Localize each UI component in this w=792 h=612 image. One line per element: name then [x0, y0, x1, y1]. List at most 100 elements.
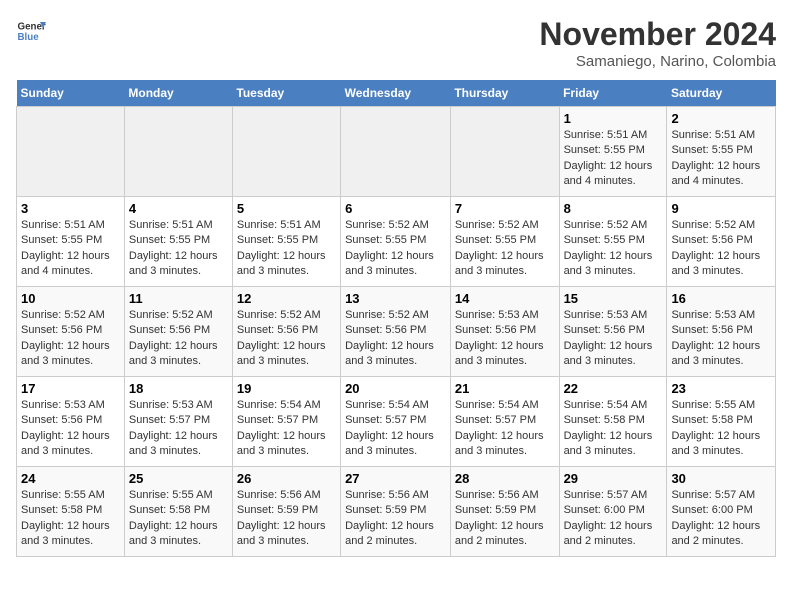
calendar-cell: [341, 107, 451, 197]
calendar-cell: 27Sunrise: 5:56 AM Sunset: 5:59 PM Dayli…: [341, 467, 451, 557]
day-number: 6: [345, 201, 446, 216]
day-info: Sunrise: 5:53 AM Sunset: 5:57 PM Dayligh…: [129, 398, 228, 460]
logo-icon: General Blue: [16, 16, 46, 46]
day-number: 26: [237, 471, 336, 486]
day-info: Sunrise: 5:53 AM Sunset: 5:56 PM Dayligh…: [455, 308, 555, 370]
day-number: 22: [564, 381, 663, 396]
header-sunday: Sunday: [17, 80, 125, 107]
calendar-cell: 1 Sunrise: 5:51 AM Sunset: 5:55 PM Daylig…: [559, 107, 667, 197]
day-info: Sunrise: 5:57 AM Sunset: 6:00 PM Dayligh…: [671, 488, 771, 550]
day-info: Sunrise: 5:52 AM Sunset: 5:56 PM Dayligh…: [21, 308, 120, 370]
day-info: Sunrise: 5:54 AM Sunset: 5:57 PM Dayligh…: [455, 398, 555, 460]
location: Samaniego, Narino, Colombia: [539, 53, 776, 70]
calendar-cell: 14 Sunrise: 5:53 AM Sunset: 5:56 PM Dayli…: [450, 287, 559, 377]
day-number: 3: [21, 201, 120, 216]
day-info: Sunrise: 5:52 AM Sunset: 5:55 PM Dayligh…: [345, 218, 446, 280]
calendar-cell: 28 Sunrise: 5:56 AM Sunset: 5:59 PM Dayli…: [450, 467, 559, 557]
header-monday: Monday: [124, 80, 232, 107]
day-number: 29: [564, 471, 663, 486]
day-number: 20: [345, 381, 446, 396]
day-info: Sunrise: 5:53 AM Sunset: 5:56 PM Dayligh…: [21, 398, 120, 460]
calendar-cell: [450, 107, 559, 197]
day-number: 12: [237, 291, 336, 306]
calendar-cell: 18 Sunrise: 5:53 AM Sunset: 5:57 PM Dayli…: [124, 377, 232, 467]
calendar-cell: [17, 107, 125, 197]
calendar-cell: 3Sunrise: 5:51 AM Sunset: 5:55 PM Daylig…: [17, 197, 125, 287]
day-number: 21: [455, 381, 555, 396]
day-info: Sunrise: 5:51 AM Sunset: 5:55 PM Dayligh…: [671, 128, 771, 190]
calendar-cell: [232, 107, 340, 197]
month-title: November 2024: [539, 16, 776, 53]
week-row-2: 3 Sunrise: 5:51 AM Sunset: 5:55 PM Daylig…: [17, 197, 776, 287]
header-wednesday: Wednesday: [341, 80, 451, 107]
calendar-cell: 15 Sunrise: 5:53 AM Sunset: 5:56 PM Dayli…: [559, 287, 667, 377]
calendar-cell: 29 Sunrise: 5:57 AM Sunset: 6:00 PM Dayli…: [559, 467, 667, 557]
day-info: Sunrise: 5:52 AM Sunset: 5:56 PM Dayligh…: [671, 218, 771, 280]
day-info: Sunrise: 5:53 AM Sunset: 5:56 PM Dayligh…: [671, 308, 771, 370]
day-info: Sunrise: 5:54 AM Sunset: 5:58 PM Dayligh…: [564, 398, 663, 460]
day-number: 10: [21, 291, 120, 306]
day-number: 13: [345, 291, 446, 306]
calendar-cell: 21 Sunrise: 5:54 AM Sunset: 5:57 PM Dayli…: [450, 377, 559, 467]
header-thursday: Thursday: [450, 80, 559, 107]
week-row-4: 17 Sunrise: 5:53 AM Sunset: 5:56 PM Dayli…: [17, 377, 776, 467]
calendar-cell: 19Sunrise: 5:54 AM Sunset: 5:57 PM Dayli…: [232, 377, 340, 467]
calendar-body: 1 Sunrise: 5:51 AM Sunset: 5:55 PM Daylig…: [17, 107, 776, 557]
page-header: General Blue November 2024 Samaniego, Na…: [16, 16, 776, 70]
day-number: 24: [21, 471, 120, 486]
day-info: Sunrise: 5:54 AM Sunset: 5:57 PM Dayligh…: [345, 398, 446, 460]
week-row-1: 1 Sunrise: 5:51 AM Sunset: 5:55 PM Daylig…: [17, 107, 776, 197]
calendar-cell: 2 Sunrise: 5:51 AM Sunset: 5:55 PM Daylig…: [667, 107, 776, 197]
calendar-cell: 13 Sunrise: 5:52 AM Sunset: 5:56 PM Dayli…: [341, 287, 451, 377]
day-number: 4: [129, 201, 228, 216]
day-number: 25: [129, 471, 228, 486]
day-number: 2: [671, 111, 771, 126]
calendar-cell: 12 Sunrise: 5:52 AM Sunset: 5:56 PM Dayli…: [232, 287, 340, 377]
calendar-cell: 22 Sunrise: 5:54 AM Sunset: 5:58 PM Dayli…: [559, 377, 667, 467]
day-number: 18: [129, 381, 228, 396]
calendar-cell: 16 Sunrise: 5:53 AM Sunset: 5:56 PM Dayli…: [667, 287, 776, 377]
day-number: 1: [564, 111, 663, 126]
day-number: 15: [564, 291, 663, 306]
calendar-cell: 5Sunrise: 5:51 AM Sunset: 5:55 PM Daylig…: [232, 197, 340, 287]
day-info: Sunrise: 5:57 AM Sunset: 6:00 PM Dayligh…: [564, 488, 663, 550]
day-info: Sunrise: 5:56 AM Sunset: 5:59 PM Dayligh…: [345, 488, 446, 550]
day-info: Sunrise: 5:52 AM Sunset: 5:56 PM Dayligh…: [129, 308, 228, 370]
day-info: Sunrise: 5:55 AM Sunset: 5:58 PM Dayligh…: [129, 488, 228, 550]
day-number: 17: [21, 381, 120, 396]
calendar-cell: 9 Sunrise: 5:52 AM Sunset: 5:56 PM Daylig…: [667, 197, 776, 287]
calendar-cell: 23Sunrise: 5:55 AM Sunset: 5:58 PM Dayli…: [667, 377, 776, 467]
calendar-cell: 10 Sunrise: 5:52 AM Sunset: 5:56 PM Dayli…: [17, 287, 125, 377]
day-number: 7: [455, 201, 555, 216]
calendar-header: SundayMondayTuesdayWednesdayThursdayFrid…: [17, 80, 776, 107]
calendar-cell: 17 Sunrise: 5:53 AM Sunset: 5:56 PM Dayli…: [17, 377, 125, 467]
day-info: Sunrise: 5:51 AM Sunset: 5:55 PM Dayligh…: [564, 128, 663, 190]
svg-text:Blue: Blue: [18, 32, 40, 43]
day-info: Sunrise: 5:56 AM Sunset: 5:59 PM Dayligh…: [455, 488, 555, 550]
calendar-cell: 8Sunrise: 5:52 AM Sunset: 5:55 PM Daylig…: [559, 197, 667, 287]
header-saturday: Saturday: [667, 80, 776, 107]
week-row-3: 10 Sunrise: 5:52 AM Sunset: 5:56 PM Dayli…: [17, 287, 776, 377]
header-friday: Friday: [559, 80, 667, 107]
calendar-cell: 24Sunrise: 5:55 AM Sunset: 5:58 PM Dayli…: [17, 467, 125, 557]
day-info: Sunrise: 5:52 AM Sunset: 5:56 PM Dayligh…: [345, 308, 446, 370]
day-number: 11: [129, 291, 228, 306]
calendar-cell: 4Sunrise: 5:51 AM Sunset: 5:55 PM Daylig…: [124, 197, 232, 287]
calendar-cell: 25 Sunrise: 5:55 AM Sunset: 5:58 PM Dayli…: [124, 467, 232, 557]
day-number: 14: [455, 291, 555, 306]
day-number: 28: [455, 471, 555, 486]
calendar-table: SundayMondayTuesdayWednesdayThursdayFrid…: [16, 80, 776, 557]
day-number: 23: [671, 381, 771, 396]
day-info: Sunrise: 5:52 AM Sunset: 5:56 PM Dayligh…: [237, 308, 336, 370]
day-info: Sunrise: 5:53 AM Sunset: 5:56 PM Dayligh…: [564, 308, 663, 370]
day-info: Sunrise: 5:51 AM Sunset: 5:55 PM Dayligh…: [237, 218, 336, 280]
calendar-cell: 30Sunrise: 5:57 AM Sunset: 6:00 PM Dayli…: [667, 467, 776, 557]
day-info: Sunrise: 5:52 AM Sunset: 5:55 PM Dayligh…: [564, 218, 663, 280]
title-block: November 2024 Samaniego, Narino, Colombi…: [539, 16, 776, 70]
header-row: SundayMondayTuesdayWednesdayThursdayFrid…: [17, 80, 776, 107]
day-number: 9: [671, 201, 771, 216]
day-number: 16: [671, 291, 771, 306]
day-info: Sunrise: 5:56 AM Sunset: 5:59 PM Dayligh…: [237, 488, 336, 550]
calendar-cell: 11 Sunrise: 5:52 AM Sunset: 5:56 PM Dayli…: [124, 287, 232, 377]
calendar-cell: [124, 107, 232, 197]
